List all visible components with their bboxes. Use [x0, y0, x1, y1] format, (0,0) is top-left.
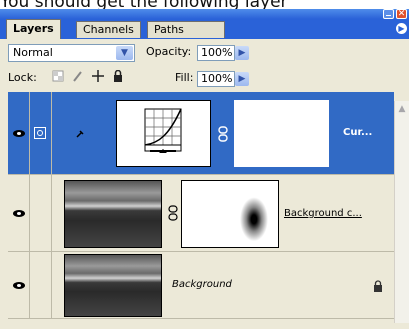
triangle-right-icon: ▶ [398, 24, 405, 33]
layer-mask-thumbnail[interactable] [181, 180, 279, 248]
layer-name[interactable]: Background [172, 279, 232, 290]
chevron-down-icon: ▼ [116, 46, 133, 60]
layer-mask-thumbnail[interactable] [234, 100, 329, 167]
layer-thumbnail[interactable] [64, 180, 162, 248]
chain-link-icon[interactable] [168, 205, 178, 221]
minimize-button[interactable] [383, 9, 394, 19]
fill-slider-button[interactable]: ▶ [235, 72, 249, 86]
link-cell [30, 252, 52, 318]
visibility-cell [8, 175, 30, 251]
opacity-input[interactable]: 100% [197, 45, 235, 61]
tab-paths[interactable]: Paths [147, 21, 225, 38]
palette-menu-button[interactable]: ▶ [396, 23, 407, 34]
visibility-cell [8, 92, 30, 174]
tab-channels[interactable]: Channels [76, 21, 141, 38]
link-cell [30, 92, 52, 174]
lock-move-icon[interactable] [92, 70, 104, 82]
lock-transparency-icon[interactable] [52, 70, 64, 82]
layers-palette: ✕ Layers Channels Paths ▶ Normal ▼ Opaci… [0, 9, 409, 329]
layer-name[interactable]: Cur... [343, 127, 372, 138]
fill-input[interactable]: 100% [197, 71, 235, 87]
blend-row: Normal ▼ Opacity: 100% ▶ [0, 43, 409, 63]
triangle-right-icon: ▶ [238, 74, 246, 84]
lock-brush-icon[interactable] [72, 70, 84, 82]
lock-label: Lock: [8, 71, 37, 84]
mask-icon[interactable] [34, 127, 46, 139]
visibility-cell [8, 252, 30, 318]
palette-titlebar: ✕ [0, 9, 409, 19]
opacity-label: Opacity: [146, 45, 192, 58]
lock-icon [374, 280, 382, 292]
eye-icon[interactable] [13, 130, 25, 137]
layers-scrollbar[interactable]: ▲ [394, 101, 409, 323]
curves-icon [144, 108, 182, 153]
layer-thumbnail[interactable] [64, 254, 162, 317]
blend-mode-select[interactable]: Normal ▼ [8, 44, 135, 62]
eye-icon[interactable] [13, 282, 25, 289]
blend-mode-value: Normal [13, 46, 53, 59]
tab-bar: Layers Channels Paths ▶ [0, 19, 409, 39]
fill-label: Fill: [175, 71, 194, 84]
layer-row-curves[interactable]: Cur... [8, 92, 394, 175]
triangle-right-icon: ▶ [238, 48, 246, 58]
link-cell [30, 175, 52, 251]
curves-adjustment-thumbnail[interactable] [116, 100, 211, 167]
layer-name[interactable]: Background c... [284, 208, 362, 219]
close-button[interactable]: ✕ [396, 9, 407, 19]
close-icon: ✕ [397, 9, 406, 19]
chain-link-icon[interactable] [218, 126, 228, 142]
lock-row: Lock: Fill: 100% ▶ [0, 68, 409, 90]
tab-layers[interactable]: Layers [6, 19, 61, 39]
eye-icon[interactable] [13, 210, 25, 217]
opacity-slider-button[interactable]: ▶ [235, 46, 249, 60]
layer-row-background-copy[interactable]: Background c... [8, 175, 394, 252]
layer-row-background[interactable]: Background [8, 252, 394, 319]
scroll-up-icon[interactable]: ▲ [396, 103, 408, 115]
adjustment-pin-icon [76, 130, 84, 138]
lock-all-icon[interactable] [112, 70, 124, 82]
